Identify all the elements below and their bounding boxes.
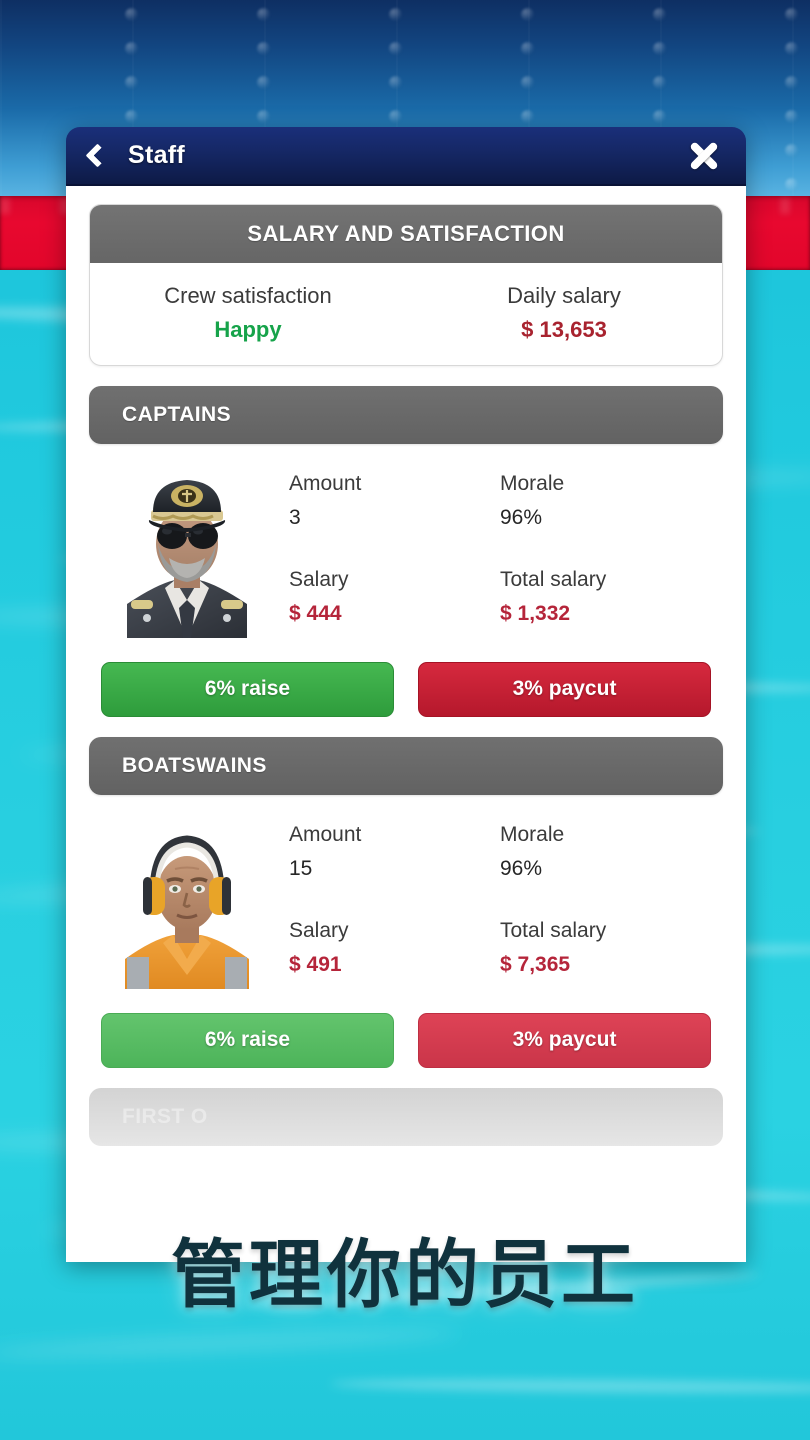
stat-label: Morale xyxy=(500,823,565,846)
stat-label: Morale xyxy=(500,472,565,495)
crew-satisfaction-label: Crew satisfaction xyxy=(164,283,332,308)
stat-total-salary: Total salary $ 7,365 xyxy=(500,919,711,989)
hull-rivet xyxy=(125,76,138,89)
page-title: Staff xyxy=(128,141,186,169)
panel-content: SALARY AND SATISFACTION Crew satisfactio… xyxy=(66,186,746,1262)
hull-rivet xyxy=(521,110,534,123)
stat-value: 3 xyxy=(289,506,301,529)
raise-button-boatswains[interactable]: 6% raise xyxy=(101,1013,394,1068)
crew-satisfaction-value: Happy xyxy=(214,317,282,342)
stat-value: $ 1,332 xyxy=(500,602,571,625)
boatswain-avatar xyxy=(117,817,257,989)
stat-value: 96% xyxy=(500,506,543,529)
section-header-next-ghost[interactable]: FIRST O xyxy=(89,1088,723,1146)
hull-rivet xyxy=(521,76,534,89)
hull-rivet xyxy=(521,8,534,21)
crew-satisfaction-column: Crew satisfaction Happy xyxy=(90,283,406,343)
stat-salary: Salary $ 444 xyxy=(289,568,500,638)
salary-satisfaction-header: SALARY AND SATISFACTION xyxy=(90,205,722,263)
captain-avatar xyxy=(117,466,257,638)
stat-morale: Morale 96% xyxy=(500,472,711,542)
hull-rivet xyxy=(257,76,270,89)
stat-label: Total salary xyxy=(500,919,607,942)
chevron-left-icon xyxy=(84,143,110,168)
stat-label: Amount xyxy=(289,472,362,495)
stat-total-salary: Total salary $ 1,332 xyxy=(500,568,711,638)
section-boatswains: BOATSWAINS Amount 15 Morale 96% Salary $… xyxy=(89,737,723,1068)
salary-satisfaction-body: Crew satisfaction Happy Daily salary $ 1… xyxy=(90,263,722,365)
hull-rivet xyxy=(389,76,402,89)
daily-salary-value: $ 13,653 xyxy=(521,317,607,342)
hull-rivet xyxy=(785,110,798,123)
section-body-boatswains: Amount 15 Morale 96% Salary $ 491 Total … xyxy=(89,795,723,989)
captains-action-row: 6% raise 3% paycut xyxy=(89,638,723,717)
hull-rivet xyxy=(389,42,402,55)
hull-rivet xyxy=(257,8,270,21)
stat-value: 96% xyxy=(500,857,543,880)
section-header-boatswains: BOATSWAINS xyxy=(89,737,723,795)
staff-panel: Staff SALARY AND SATISFACTION Crew satis… xyxy=(66,127,746,1262)
hull-rivet xyxy=(125,42,138,55)
boatswains-action-row: 6% raise 3% paycut xyxy=(89,989,723,1068)
hull-rivet xyxy=(785,144,798,157)
close-button[interactable] xyxy=(684,136,724,176)
promo-caption: 管理你的员工 xyxy=(171,1232,639,1318)
water-ripple xyxy=(329,1377,810,1395)
stat-label: Salary xyxy=(289,919,349,942)
hull-rivet xyxy=(257,110,270,123)
hull-rivet xyxy=(125,8,138,21)
hull-rivet xyxy=(653,76,666,89)
daily-salary-column: Daily salary $ 13,653 xyxy=(406,283,722,343)
hull-rivet xyxy=(257,42,270,55)
hull-rivet xyxy=(653,42,666,55)
hull-rivet xyxy=(653,8,666,21)
salary-satisfaction-card: SALARY AND SATISFACTION Crew satisfactio… xyxy=(89,204,723,366)
stat-label: Total salary xyxy=(500,568,607,591)
hull-rivet xyxy=(785,42,798,55)
stat-amount: Amount 3 xyxy=(289,472,500,542)
stat-value: $ 491 xyxy=(289,953,342,976)
panel-titlebar: Staff xyxy=(66,127,746,186)
daily-salary-label: Daily salary xyxy=(507,283,621,308)
paycut-button-captains[interactable]: 3% paycut xyxy=(418,662,711,717)
stat-amount: Amount 15 xyxy=(289,823,500,893)
stat-salary: Salary $ 491 xyxy=(289,919,500,989)
back-button[interactable] xyxy=(66,127,122,185)
hull-rivet xyxy=(389,8,402,21)
hull-rivet xyxy=(389,110,402,123)
section-captains: CAPTAINS Amount 3 Morale 96% Salary $ 44… xyxy=(89,386,723,717)
hull-rivet xyxy=(653,110,666,123)
hull-rivet xyxy=(521,42,534,55)
paycut-button-boatswains[interactable]: 3% paycut xyxy=(418,1013,711,1068)
boatswain-stats: Amount 15 Morale 96% Salary $ 491 Total … xyxy=(257,817,711,989)
hull-rivet xyxy=(125,110,138,123)
stat-label: Salary xyxy=(289,568,349,591)
captain-stats: Amount 3 Morale 96% Salary $ 444 Total s… xyxy=(257,466,711,638)
stat-label: Amount xyxy=(289,823,362,846)
stat-value: 15 xyxy=(289,857,313,880)
hull-rivet xyxy=(785,8,798,21)
stat-value: $ 7,365 xyxy=(500,953,571,976)
stat-value: $ 444 xyxy=(289,602,342,625)
hull-rivet-column xyxy=(785,0,799,197)
hull-rivet xyxy=(785,76,798,89)
raise-button-captains[interactable]: 6% raise xyxy=(101,662,394,717)
section-body-captains: Amount 3 Morale 96% Salary $ 444 Total s… xyxy=(89,444,723,638)
hull-rivet xyxy=(785,178,798,191)
section-header-captains: CAPTAINS xyxy=(89,386,723,444)
water-ripple xyxy=(0,1324,461,1362)
stat-morale: Morale 96% xyxy=(500,823,711,893)
